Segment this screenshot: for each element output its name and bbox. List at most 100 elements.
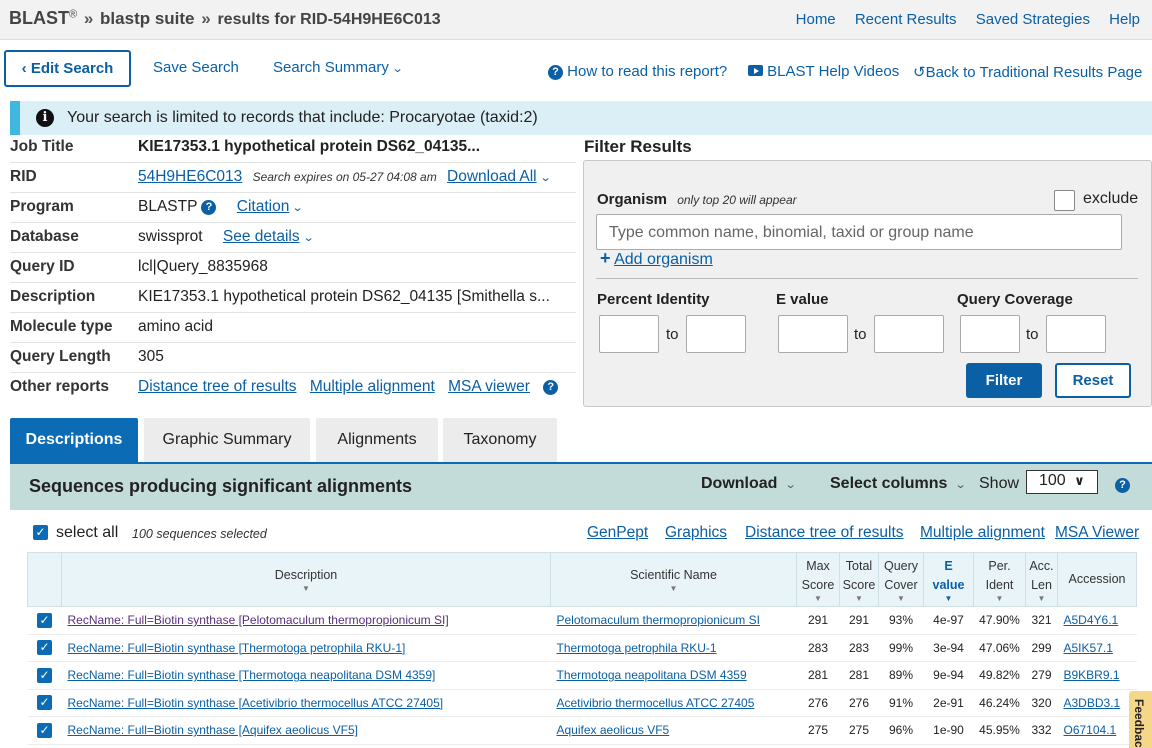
reset-button[interactable]: Reset: [1055, 363, 1131, 398]
row-checkbox[interactable]: ✓: [37, 695, 52, 711]
row-scientific-name-value[interactable]: Thermotoga neapolitana DSM 4359: [557, 668, 747, 682]
search-summary-label: Search Summary: [273, 59, 389, 76]
row-acc-len-value: 332: [1031, 723, 1052, 738]
row-accession-value[interactable]: A5IK57.1: [1064, 641, 1113, 655]
graphics-link[interactable]: Graphics: [665, 524, 727, 542]
select-columns-dropdown[interactable]: Select columns ⌄: [830, 475, 966, 493]
tab-alignments[interactable]: Alignments: [316, 418, 438, 463]
row-query-cover: 91%: [878, 689, 924, 717]
organism-input[interactable]: Type common name, binomial, taxid or gro…: [596, 214, 1122, 250]
e-value-label: E value: [776, 291, 829, 308]
col-acc-len[interactable]: Acc. Len ▼: [1025, 552, 1058, 607]
row-accession-value[interactable]: O67104.1: [1064, 723, 1117, 737]
col-per-ident[interactable]: Per. Ident ▼: [973, 552, 1026, 607]
row-checkbox[interactable]: ✓: [37, 722, 52, 738]
row-description-value[interactable]: RecName: Full=Biotin synthase [Thermotog…: [68, 668, 436, 682]
edit-search-button[interactable]: ‹ Edit Search: [4, 50, 131, 87]
col-description[interactable]: Description ▼: [61, 552, 551, 607]
msa-viewer-link[interactable]: MSA Viewer: [1055, 524, 1139, 542]
select-all-checkbox[interactable]: ✓: [33, 525, 48, 540]
row-query-cover-value: 96%: [888, 723, 914, 738]
query-coverage-min-input[interactable]: [960, 315, 1020, 353]
row-checkbox[interactable]: ✓: [37, 640, 52, 656]
multiple-alignment-link[interactable]: Multiple alignment: [920, 524, 1045, 542]
rid-link[interactable]: 54H9HE6C013: [138, 168, 242, 185]
row-acc-len: 320: [1025, 689, 1058, 717]
limit-notice: i Your search is limited to records that…: [10, 101, 1152, 135]
add-organism-link[interactable]: + Add organism: [600, 248, 713, 269]
back-traditional-label: Back to Traditional Results Page: [925, 64, 1143, 81]
col-scientific-name[interactable]: Scientific Name ▼: [550, 552, 797, 607]
tab-graphic-summary[interactable]: Graphic Summary: [144, 418, 310, 463]
nav-recent-results[interactable]: Recent Results: [855, 11, 957, 28]
row-accession-value[interactable]: A5D4Y6.1: [1064, 613, 1119, 627]
back-traditional-link[interactable]: ↺Back to Traditional Results Page: [913, 63, 1142, 81]
help-icon[interactable]: ?: [543, 380, 559, 395]
col-scientific-name-label: Scientific Name: [630, 568, 717, 582]
query-length-value: 305: [138, 348, 164, 365]
citation-dropdown[interactable]: Citation: [237, 198, 290, 215]
row-per-ident-value: 46.24%: [979, 695, 1020, 710]
help-icon: ?: [548, 65, 563, 80]
row-scientific-name-value[interactable]: Aquifex aeolicus VF5: [557, 723, 670, 737]
help-videos-label: BLAST Help Videos: [767, 63, 900, 80]
query-coverage-label: Query Coverage: [957, 291, 1073, 308]
nav-home[interactable]: Home: [796, 11, 836, 28]
table-row: ✓ RecName: Full=Biotin synthase [Acetivib…: [27, 689, 1137, 717]
distance-tree-link[interactable]: Distance tree of results: [745, 524, 904, 542]
row-accession: B9KBR9.1: [1057, 661, 1137, 690]
feedback-tab[interactable]: Feedback: [1129, 691, 1152, 748]
tab-descriptions[interactable]: Descriptions: [10, 418, 138, 463]
distance-tree-link[interactable]: Distance tree of results: [138, 378, 297, 395]
download-all-dropdown[interactable]: Download All: [447, 168, 537, 185]
row-scientific-name-value[interactable]: Thermotoga petrophila RKU-1: [557, 641, 717, 655]
row-scientific-name-value[interactable]: Pelotomaculum thermopropionicum SI: [557, 613, 760, 627]
query-coverage-max-input[interactable]: [1046, 315, 1106, 353]
results-help[interactable]: ?: [1115, 476, 1130, 494]
col-total-score[interactable]: Total Score ▼: [839, 552, 879, 607]
program-value: BLASTP: [138, 198, 198, 215]
search-summary-dropdown[interactable]: Search Summary ⌄: [273, 59, 403, 76]
job-row-database: Database swissprot See details ⌄: [10, 223, 576, 253]
help-videos-link[interactable]: BLAST Help Videos: [748, 63, 899, 80]
col-accession[interactable]: Accession: [1057, 552, 1137, 607]
show-count-select[interactable]: 100 ∨: [1026, 470, 1098, 494]
row-scientific-name: Aquifex aeolicus VF5: [550, 716, 797, 745]
row-description-value[interactable]: RecName: Full=Biotin synthase [Thermotog…: [68, 641, 406, 655]
row-checkbox[interactable]: ✓: [37, 612, 52, 628]
row-accession-value[interactable]: A3DBD3.1: [1064, 696, 1121, 710]
percent-identity-min-input[interactable]: [599, 315, 659, 353]
row-description-value[interactable]: RecName: Full=Biotin synthase [Aquifex a…: [68, 723, 358, 737]
row-query-cover: 89%: [878, 661, 924, 690]
genpept-link[interactable]: GenPept: [587, 524, 648, 542]
row-description-value[interactable]: RecName: Full=Biotin synthase [Acetivibr…: [68, 696, 444, 710]
tab-taxonomy[interactable]: Taxonomy: [443, 418, 557, 463]
col-query-cover[interactable]: Query Cover ▼: [878, 552, 924, 607]
multiple-alignment-link[interactable]: Multiple alignment: [310, 378, 435, 395]
row-accession-value[interactable]: B9KBR9.1: [1064, 668, 1120, 682]
help-icon[interactable]: ?: [201, 200, 217, 215]
msa-viewer-link[interactable]: MSA viewer: [448, 378, 530, 395]
nav-saved-strategies[interactable]: Saved Strategies: [976, 11, 1090, 28]
download-dropdown[interactable]: Download ⌄: [701, 475, 796, 493]
e-value-max-input[interactable]: [874, 315, 944, 353]
row-per-ident: 47.06%: [973, 634, 1026, 662]
suite-link[interactable]: blastp suite: [100, 9, 194, 28]
see-details-dropdown[interactable]: See details: [223, 228, 300, 245]
percent-identity-max-input[interactable]: [686, 315, 746, 353]
row-description-value[interactable]: RecName: Full=Biotin synthase [Pelotomac…: [68, 613, 449, 627]
filter-button[interactable]: Filter: [966, 363, 1042, 398]
save-search-link[interactable]: Save Search: [153, 59, 239, 76]
nav-help[interactable]: Help: [1109, 11, 1140, 28]
row-per-ident-value: 47.06%: [979, 640, 1020, 655]
brand-link[interactable]: BLAST: [9, 8, 69, 28]
exclude-checkbox[interactable]: [1054, 190, 1075, 211]
sort-icon: ▼: [814, 593, 822, 603]
col-e-value[interactable]: Evalue ▼: [923, 552, 974, 607]
col-max-score[interactable]: Max Score ▼: [796, 552, 840, 607]
col-accession-label: Accession: [1068, 572, 1126, 586]
row-checkbox[interactable]: ✓: [37, 667, 52, 683]
e-value-min-input[interactable]: [778, 315, 848, 353]
row-scientific-name-value[interactable]: Acetivibrio thermocellus ATCC 27405: [557, 696, 755, 710]
how-to-read-link[interactable]: ? How to read this report?: [548, 63, 727, 80]
